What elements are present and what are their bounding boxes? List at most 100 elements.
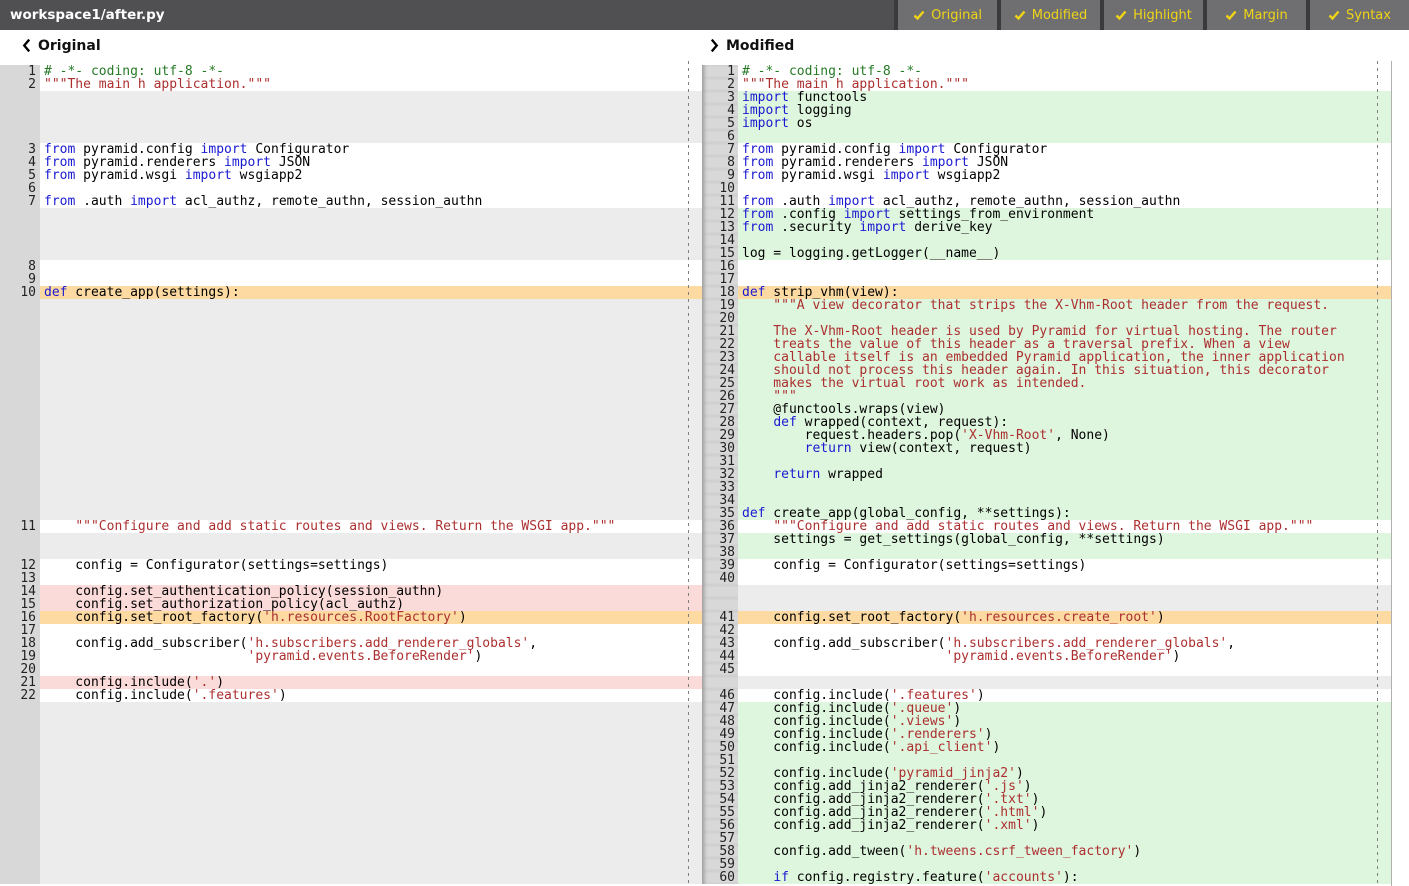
code-line[interactable]: 57 [702, 832, 1391, 845]
code-line[interactable]: 28 def wrapped(context, request): [702, 416, 1391, 429]
code-line[interactable]: 22 treats the value of this header as a … [702, 338, 1391, 351]
gap-row[interactable] [702, 598, 1391, 611]
code-line[interactable]: 13from .security import derive_key [702, 221, 1391, 234]
gap-row[interactable] [0, 312, 702, 325]
code-line[interactable]: 19 'pyramid.events.BeforeRender') [0, 650, 702, 663]
code-line[interactable]: 1# -*- coding: utf-8 -*- [0, 65, 702, 78]
gap-row[interactable] [0, 221, 702, 234]
gap-row[interactable] [0, 455, 702, 468]
code-line[interactable]: 1# -*- coding: utf-8 -*- [702, 65, 1391, 78]
gap-row[interactable] [0, 533, 702, 546]
gap-row[interactable] [0, 364, 702, 377]
toggle-highlight-button[interactable]: Highlight [1104, 0, 1203, 30]
code-line[interactable]: 19 """A view decorator that strips the X… [702, 299, 1391, 312]
code-line[interactable]: 2"""The main h application.""" [702, 78, 1391, 91]
gap-row[interactable] [0, 858, 702, 871]
gap-row[interactable] [0, 481, 702, 494]
code-line[interactable]: 7from .auth import acl_authz, remote_aut… [0, 195, 702, 208]
code-line[interactable]: 21 The X-Vhm-Root header is used by Pyra… [702, 325, 1391, 338]
pane-original[interactable]: 1# -*- coding: utf-8 -*-2"""The main h a… [0, 61, 702, 886]
gap-row[interactable] [0, 468, 702, 481]
gap-row[interactable] [0, 819, 702, 832]
code-line[interactable]: 18def strip_vhm(view): [702, 286, 1391, 299]
code-line[interactable]: 20 [0, 663, 702, 676]
gap-row[interactable] [0, 403, 702, 416]
code-line[interactable]: 44 'pyramid.events.BeforeRender') [702, 650, 1391, 663]
code-line[interactable]: 51 [702, 754, 1391, 767]
gap-row[interactable] [0, 741, 702, 754]
gap-row[interactable] [0, 507, 702, 520]
code-line[interactable]: 15 config.set_authorization_policy(acl_a… [0, 598, 702, 611]
gap-row[interactable] [0, 793, 702, 806]
code-line[interactable]: 29 request.headers.pop('X-Vhm-Root', Non… [702, 429, 1391, 442]
gap-row[interactable] [0, 234, 702, 247]
code-line[interactable]: 18 config.add_subscriber('h.subscribers.… [0, 637, 702, 650]
code-line[interactable]: 12 config = Configurator(settings=settin… [0, 559, 702, 572]
code-line[interactable]: 59 [702, 858, 1391, 871]
code-line[interactable]: 49 config.include('.renderers') [702, 728, 1391, 741]
code-line[interactable]: 53 config.add_jinja2_renderer('.js') [702, 780, 1391, 793]
gap-row[interactable] [0, 806, 702, 819]
gap-row[interactable] [0, 247, 702, 260]
code-line[interactable]: 5from pyramid.wsgi import wsgiapp2 [0, 169, 702, 182]
code-line[interactable]: 20 [702, 312, 1391, 325]
gap-row[interactable] [0, 871, 702, 884]
code-line[interactable]: 16 config.set_root_factory('h.resources.… [0, 611, 702, 624]
toggle-syntax-button[interactable]: Syntax [1310, 0, 1409, 30]
code-line[interactable]: 36 """Configure and add static routes an… [702, 520, 1391, 533]
gap-row[interactable] [0, 338, 702, 351]
code-line[interactable]: 2"""The main h application.""" [0, 78, 702, 91]
code-line[interactable]: 11from .auth import acl_authz, remote_au… [702, 195, 1391, 208]
code-line[interactable]: 31 [702, 455, 1391, 468]
code-line[interactable]: 12from .config import settings_from_envi… [702, 208, 1391, 221]
code-line[interactable]: 6 [0, 182, 702, 195]
toggle-modified-button[interactable]: Modified [1001, 0, 1100, 30]
code-line[interactable]: 17 [0, 624, 702, 637]
code-line[interactable]: 40 [702, 572, 1391, 585]
gap-row[interactable] [0, 429, 702, 442]
scrollbar-track[interactable] [1391, 61, 1409, 886]
code-line[interactable]: 13 [0, 572, 702, 585]
gap-row[interactable] [0, 104, 702, 117]
code-line[interactable]: 24 should not process this header again.… [702, 364, 1391, 377]
code-line[interactable]: 7from pyramid.config import Configurator [702, 143, 1391, 156]
code-line[interactable]: 3from pyramid.config import Configurator [0, 143, 702, 156]
code-line[interactable]: 4from pyramid.renderers import JSON [0, 156, 702, 169]
gap-row[interactable] [0, 494, 702, 507]
gap-row[interactable] [0, 715, 702, 728]
gap-row[interactable] [0, 208, 702, 221]
code-line[interactable]: 42 [702, 624, 1391, 637]
gap-row[interactable] [0, 754, 702, 767]
code-line[interactable]: 14 config.set_authentication_policy(sess… [0, 585, 702, 598]
code-line[interactable]: 37 settings = get_settings(global_config… [702, 533, 1391, 546]
code-line[interactable]: 56 config.add_jinja2_renderer('.xml') [702, 819, 1391, 832]
code-line[interactable]: 11 """Configure and add static routes an… [0, 520, 702, 533]
gap-row[interactable] [0, 377, 702, 390]
code-line[interactable]: 54 config.add_jinja2_renderer('.txt') [702, 793, 1391, 806]
gap-row[interactable] [702, 676, 1391, 689]
code-line[interactable]: 27 @functools.wraps(view) [702, 403, 1391, 416]
code-line[interactable]: 45 [702, 663, 1391, 676]
code-line[interactable]: 34 [702, 494, 1391, 507]
code-line[interactable]: 55 config.add_jinja2_renderer('.html') [702, 806, 1391, 819]
code-line[interactable]: 52 config.include('pyramid_jinja2') [702, 767, 1391, 780]
code-line[interactable]: 5import os [702, 117, 1391, 130]
code-line[interactable]: 58 config.add_tween('h.tweens.csrf_tween… [702, 845, 1391, 858]
code-line[interactable]: 32 return wrapped [702, 468, 1391, 481]
gap-row[interactable] [0, 91, 702, 104]
gap-row[interactable] [0, 325, 702, 338]
gap-row[interactable] [0, 442, 702, 455]
code-line[interactable]: 16 [702, 260, 1391, 273]
code-line[interactable]: 3import functools [702, 91, 1391, 104]
gap-row[interactable] [0, 832, 702, 845]
code-line[interactable]: 9 [0, 273, 702, 286]
code-line[interactable]: 25 makes the virtual root work as intend… [702, 377, 1391, 390]
code-line[interactable]: 6 [702, 130, 1391, 143]
code-line[interactable]: 17 [702, 273, 1391, 286]
code-line[interactable]: 9from pyramid.wsgi import wsgiapp2 [702, 169, 1391, 182]
code-line[interactable]: 60 if config.registry.feature('accounts'… [702, 871, 1391, 884]
gap-row[interactable] [0, 546, 702, 559]
code-line[interactable]: 10 [702, 182, 1391, 195]
code-line[interactable]: 46 config.include('.features') [702, 689, 1391, 702]
code-line[interactable]: 41 config.set_root_factory('h.resources.… [702, 611, 1391, 624]
